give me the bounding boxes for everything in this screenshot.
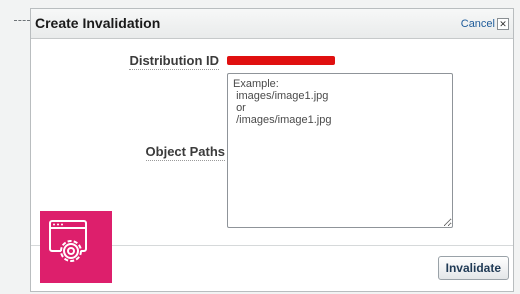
object-paths-textarea[interactable] — [227, 73, 453, 228]
distribution-id-label: Distribution ID — [129, 53, 219, 70]
dashed-guide — [14, 20, 30, 21]
distribution-id-value-redacted — [227, 56, 335, 65]
invalidate-button[interactable]: Invalidate — [437, 256, 509, 280]
close-icon[interactable]: ✕ — [497, 18, 509, 30]
dialog-title: Create Invalidation — [35, 15, 161, 31]
app-badge — [40, 211, 112, 283]
settings-window-icon — [49, 220, 87, 262]
page-gutter — [12, 8, 30, 292]
cancel-button[interactable]: Cancel ✕ — [461, 18, 509, 30]
object-paths-label: Object Paths — [145, 144, 225, 161]
dialog-header: Create Invalidation Cancel ✕ — [31, 9, 513, 39]
cancel-label[interactable]: Cancel — [461, 18, 495, 30]
